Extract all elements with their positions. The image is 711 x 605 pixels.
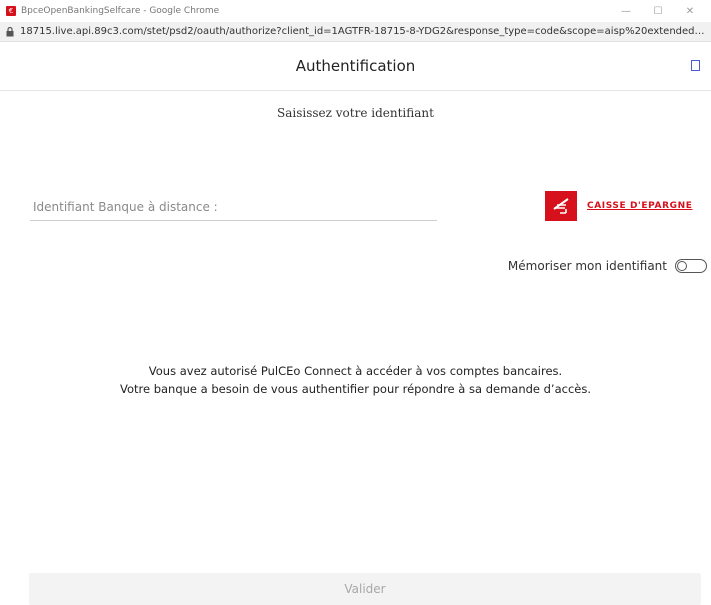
caisse-epargne-logo-icon [545,191,577,221]
close-icon[interactable]: ✕ [675,0,705,22]
window-controls: — ☐ ✕ [611,0,705,22]
auth-page: Authentification Saisissez votre identif… [0,42,711,605]
toggle-knob [677,261,687,271]
consent-line-2: Votre banque a besoin de vous authentifi… [119,382,592,396]
validate-button[interactable]: Valider [29,573,701,605]
remember-toggle[interactable] [675,259,707,273]
consent-message: Vous avez autorisé PulCEo Connect à accé… [0,362,711,398]
square-icon[interactable] [691,60,700,71]
remember-identifier: Mémoriser mon identifiant [508,259,707,273]
remember-label: Mémoriser mon identifiant [507,259,667,273]
bank-name: CAISSE D'EPARGNE [587,201,693,211]
identifier-input[interactable] [30,193,437,221]
address-bar[interactable]: 18715.live.api.89c3.com/stet/psd2/oauth/… [0,22,711,42]
lock-icon [6,26,14,36]
consent-line-1: Vous avez autorisé PulCEo Connect à accé… [148,364,563,378]
form-subtitle: Saisissez votre identifiant [277,106,434,120]
minimize-icon[interactable]: — [611,0,641,22]
bank-logo: CAISSE D'EPARGNE [545,191,692,221]
maximize-icon[interactable]: ☐ [643,0,673,22]
browser-title-bar: € BpceOpenBankingSelfcare - Google Chrom… [0,0,711,22]
page-title: Authentification [295,57,416,75]
app-favicon-icon: € [6,6,16,16]
url-text: 18715.live.api.89c3.com/stet/psd2/oauth/… [20,26,705,37]
window-title: BpceOpenBankingSelfcare - Google Chrome [21,6,220,16]
page-header: Authentification [0,42,711,91]
